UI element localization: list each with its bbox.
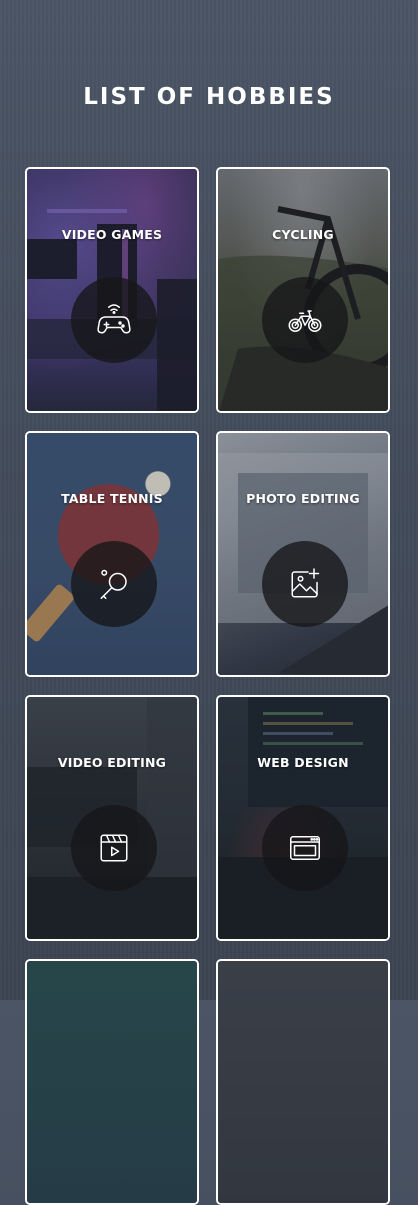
hobby-label: CYCLING — [272, 227, 334, 242]
hobby-card-partial-right[interactable] — [216, 959, 390, 1205]
hobby-card-video-editing[interactable]: VIDEO EDITING — [25, 695, 199, 941]
hobby-label: PHOTO EDITING — [246, 491, 360, 506]
hobby-card-cycling[interactable]: CYCLING — [216, 167, 390, 413]
hobby-label: WEB DESIGN — [257, 755, 349, 770]
image-add-icon — [262, 541, 348, 627]
hobby-card-photo-editing[interactable]: PHOTO EDITING — [216, 431, 390, 677]
hobby-card-partial-left[interactable] — [25, 959, 199, 1205]
ping-pong-icon — [71, 541, 157, 627]
hobby-label: VIDEO EDITING — [57, 755, 167, 770]
gamepad-icon — [71, 277, 157, 363]
page-title: LIST OF HOBBIES — [83, 84, 335, 110]
hobby-label: TABLE TENNIS — [61, 491, 163, 506]
hobby-card-web-design[interactable]: WEB DESIGN — [216, 695, 390, 941]
hobby-card-video-games[interactable]: VIDEO GAMES — [25, 167, 199, 413]
video-clapper-icon — [71, 805, 157, 891]
bicycle-icon — [262, 277, 348, 363]
browser-window-icon — [262, 805, 348, 891]
hobby-card-table-tennis[interactable]: TABLE TENNIS — [25, 431, 199, 677]
hobby-label: VIDEO GAMES — [61, 227, 163, 242]
